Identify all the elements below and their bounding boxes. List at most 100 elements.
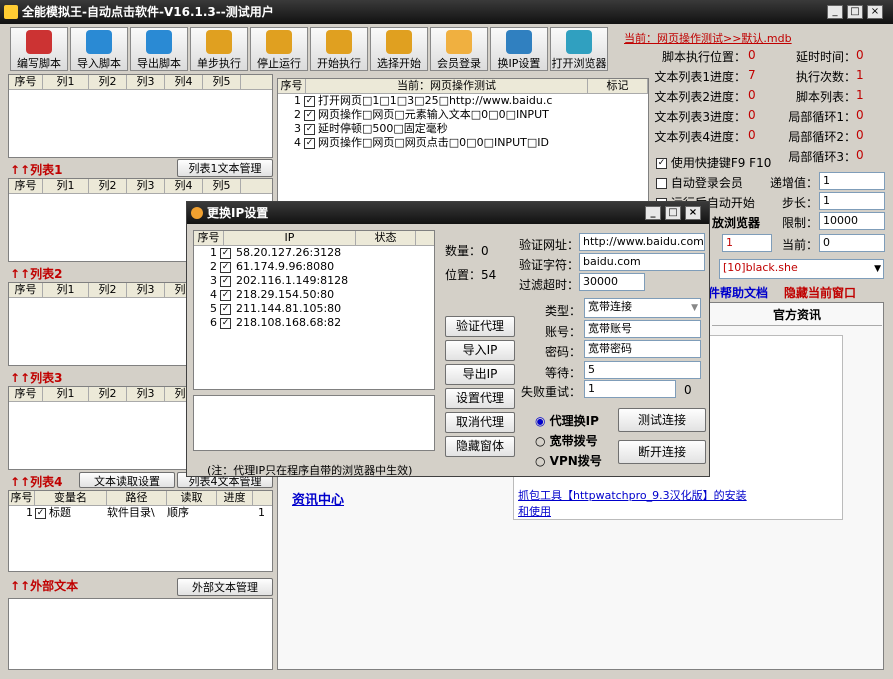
increment-input[interactable]: 1 xyxy=(819,172,885,190)
list1-manage-button[interactable]: 列表1文本管理 xyxy=(177,159,273,177)
table-row[interactable]: 2 ✓ 61.174.9.96:8080 xyxy=(194,260,434,274)
row-checkbox[interactable]: ✓ xyxy=(220,317,231,329)
fast-forward-icon xyxy=(386,30,412,54)
row-checkbox[interactable]: ✓ xyxy=(220,303,231,315)
table-row[interactable]: 5 ✓ 211.144.81.105:80 xyxy=(194,302,434,316)
hide-window-button[interactable]: 隐藏窗体 xyxy=(445,436,515,457)
step-icon xyxy=(206,30,232,54)
row-checkbox[interactable]: ✓ xyxy=(220,275,231,287)
app-icon xyxy=(4,5,18,19)
autologin-checkbox[interactable]: 自动登录会员 xyxy=(656,174,743,191)
help-doc-link[interactable]: 件帮助文档 xyxy=(708,284,768,301)
table-row[interactable]: 2 ✓ 网页操作□网页□元素输入文本□0□0□INPUT xyxy=(278,108,648,122)
verify-proxy-button[interactable]: 验证代理 xyxy=(445,316,515,337)
current-input[interactable]: 0 xyxy=(819,234,885,252)
gear-icon xyxy=(506,30,532,54)
table-row[interactable]: 3 ✓ 延时停顿□500□固定毫秒 xyxy=(278,122,648,136)
timeout-input[interactable]: 30000 xyxy=(579,273,645,291)
dialog-maximize-button[interactable]: □ xyxy=(665,206,681,220)
row-checkbox[interactable]: ✓ xyxy=(304,123,315,135)
set-proxy-button[interactable]: 设置代理 xyxy=(445,388,515,409)
start-run-button[interactable]: 开始执行 xyxy=(310,27,368,71)
row-checkbox[interactable]: ✓ xyxy=(304,137,315,149)
verify-url-input[interactable]: http://www.baidu.com xyxy=(579,233,705,251)
title-bar: 全能模拟王-自动点击软件-V16.1.3--测试用户 xyxy=(0,0,893,24)
news-item-link[interactable]: 抓包工具【httpwatchpro_9.3汉化版】的安装和使用 xyxy=(518,487,748,519)
minimize-button[interactable]: _ xyxy=(827,5,843,19)
table-row[interactable]: 1 ✓ 标题 软件目录\ 顺序 1 xyxy=(9,506,272,520)
account-input[interactable]: 宽带账号 xyxy=(584,320,701,338)
table-row[interactable]: 3 ✓ 202.116.1.149:8128 xyxy=(194,274,434,288)
pencil-icon xyxy=(26,30,52,54)
current-script-label[interactable]: 当前：网页操作测试>>默认.mdb xyxy=(624,30,792,46)
maximize-button[interactable]: □ xyxy=(847,5,863,19)
row-checkbox[interactable]: ✓ xyxy=(304,95,315,107)
play-icon xyxy=(326,30,352,54)
stop-run-button[interactable]: 停止运行 xyxy=(250,27,308,71)
ip-list[interactable]: 序号 IP 状态 1 ✓ 58.20.127.26:3128 2 ✓ 61.174.9.9… xyxy=(193,230,435,390)
table-row[interactable]: 4 ✓ 网页操作□网页□网页点击□0□0□INPUT□ID xyxy=(278,136,648,150)
connection-type-select[interactable]: 宽带连接 ▼ xyxy=(584,298,701,318)
list3-label: ↑↑列表3 xyxy=(10,371,63,385)
script-file-select[interactable]: [10]black.she ▼ xyxy=(719,259,884,279)
table-row[interactable]: 1 ✓ 58.20.127.26:3128 xyxy=(194,246,434,260)
retry-input[interactable]: 1 xyxy=(584,380,676,398)
radio-vpn[interactable]: ○ VPN拨号 xyxy=(535,452,602,469)
table-row[interactable]: 1 ✓ 打开网页□1□1□3□25□http://www.baidu.c xyxy=(278,94,648,108)
list1-label: ↑↑列表1 xyxy=(10,163,63,177)
limit-input[interactable]: 10000 xyxy=(819,212,885,230)
close-button[interactable]: × xyxy=(867,5,883,19)
news-center-link[interactable]: 资讯中心 xyxy=(292,489,344,508)
list-main[interactable]: 序号 列1 列2 列3 列4 列5 xyxy=(8,74,273,158)
wait-input[interactable]: 5 xyxy=(584,361,701,379)
row-checkbox[interactable]: ✓ xyxy=(220,247,231,259)
row-checkbox[interactable]: ✓ xyxy=(220,289,231,301)
import-ip-button[interactable]: 导入IP xyxy=(445,340,515,361)
verify-char-input[interactable]: baidu.com xyxy=(579,253,705,271)
ip-log-area[interactable] xyxy=(193,395,435,451)
gear-icon xyxy=(191,207,203,219)
external-text-manage-button[interactable]: 外部文本管理 xyxy=(177,578,273,596)
step-run-button[interactable]: 单步执行 xyxy=(190,27,248,71)
user-icon xyxy=(446,30,472,54)
list4-label: ↑↑列表4 xyxy=(10,475,63,489)
chevron-down-icon[interactable]: ▼ xyxy=(691,300,698,316)
edit-script-button[interactable]: 编写脚本 xyxy=(10,27,68,71)
change-ip-dialog: 更换IP设置 _ □ × 序号 IP 状态 1 ✓ 58.20.127.26:312… xyxy=(186,201,710,477)
hide-window-link[interactable]: 隐藏当前窗口 xyxy=(784,284,856,301)
step-input[interactable]: 1 xyxy=(819,192,885,210)
radio-proxy[interactable]: ◉ 代理换IP xyxy=(535,412,599,429)
import-script-button[interactable]: 导入脚本 xyxy=(70,27,128,71)
member-login-button[interactable]: 会员登录 xyxy=(430,27,488,71)
chevron-down-icon[interactable]: ▼ xyxy=(874,261,881,277)
external-text-area[interactable] xyxy=(8,598,273,670)
text-read-settings-button[interactable]: 文本读取设置 xyxy=(79,472,175,488)
refresh-icon xyxy=(86,30,112,54)
dialog-close-button[interactable]: × xyxy=(685,206,701,220)
cancel-proxy-button[interactable]: 取消代理 xyxy=(445,412,515,433)
proxy-note: (注：代理IP只在程序自带的浏览器中生效) xyxy=(207,464,413,477)
test-connection-button[interactable]: 测试连接 xyxy=(618,408,706,432)
pause-icon xyxy=(266,30,292,54)
tab-official-news[interactable]: 官方资讯 xyxy=(712,306,882,326)
external-text-label: ↑↑外部文本 xyxy=(10,579,79,593)
select-start-button[interactable]: 选择开始 xyxy=(370,27,428,71)
row-checkbox[interactable]: ✓ xyxy=(304,109,315,121)
radio-broadband[interactable]: ○ 宽带拨号 xyxy=(535,432,598,449)
table-row[interactable]: 4 ✓ 218.29.154.50:80 xyxy=(194,288,434,302)
open-browser-button[interactable]: 打开浏览器 xyxy=(550,27,608,71)
export-script-button[interactable]: 导出脚本 xyxy=(130,27,188,71)
stats-panel: 脚本执行位置： 0 延时时间： 0 文本列表1进度： 7 执行次数： 1 文本列表2进度… xyxy=(654,48,864,164)
browser-label: 放浏览器 xyxy=(712,216,761,230)
list4[interactable]: 序号 变量名 路径 读取 进度 1 ✓ 标题 软件目录\ 顺序 1 xyxy=(8,490,273,572)
row-checkbox[interactable]: ✓ xyxy=(220,261,231,273)
row-checkbox[interactable]: ✓ xyxy=(35,507,46,519)
list2-label: ↑↑列表2 xyxy=(10,267,63,281)
export-ip-button[interactable]: 导出IP xyxy=(445,364,515,385)
hotkey-checkbox[interactable]: ✓ 使用快捷键F9 F10 xyxy=(656,154,771,171)
table-row[interactable]: 6 ✓ 218.108.168.68:82 xyxy=(194,316,434,330)
dialog-minimize-button[interactable]: _ xyxy=(645,206,661,220)
password-input[interactable]: 宽带密码 xyxy=(584,340,701,358)
change-ip-button[interactable]: 换IP设置 xyxy=(490,27,548,71)
disconnect-button[interactable]: 断开连接 xyxy=(618,440,706,464)
